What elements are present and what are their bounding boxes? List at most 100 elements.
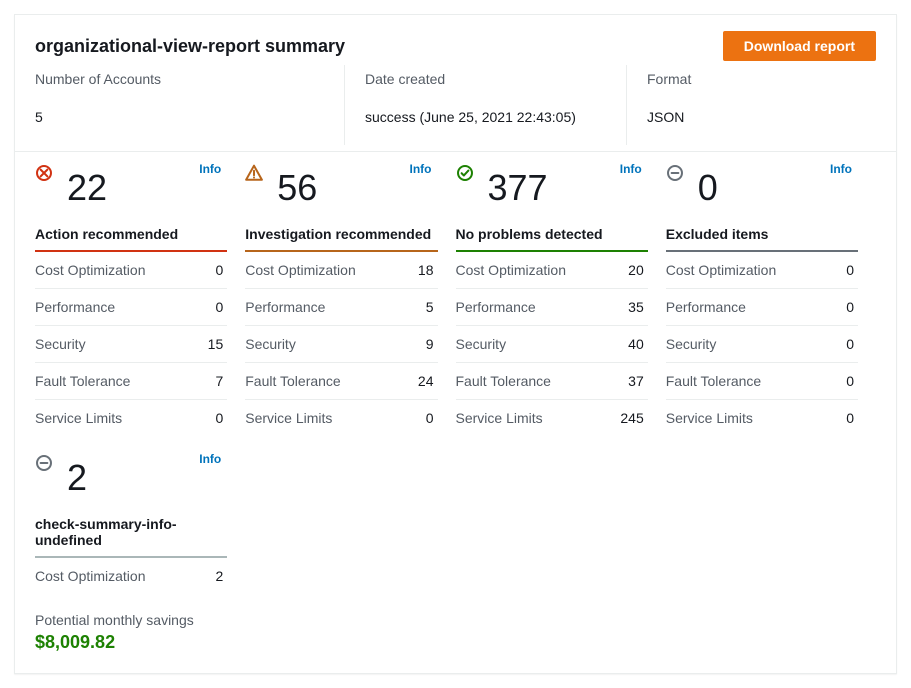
- card-count: 2: [67, 450, 87, 498]
- category-row: Cost Optimization 0: [35, 252, 227, 289]
- summary-card: 377InfoNo problems detectedCost Optimiza…: [456, 160, 666, 450]
- page-title: organizational-view-report summary: [35, 36, 345, 57]
- card-top: 22Info: [35, 160, 227, 218]
- category-label: Security: [245, 336, 296, 352]
- category-row: Performance0: [666, 289, 858, 326]
- category-value: 0: [215, 262, 223, 278]
- category-value: 0: [215, 410, 223, 426]
- summary-card: 2Infocheck-summary-info-undefinedCost Op…: [35, 450, 245, 608]
- category-row: Performance 35: [456, 289, 648, 326]
- category-label: Security: [456, 336, 507, 352]
- category-label: Service Limits: [666, 410, 753, 426]
- info-link[interactable]: Info: [830, 162, 852, 176]
- info-link[interactable]: Info: [620, 162, 642, 176]
- report-summary-panel: organizational-view-report summary Downl…: [14, 14, 897, 674]
- info-link[interactable]: Info: [199, 452, 221, 466]
- meta-date-value: success (June 25, 2021 22:43:05): [365, 109, 606, 125]
- category-label: Cost Optimization: [666, 262, 776, 278]
- meta-format-label: Format: [647, 71, 856, 87]
- card-count: 377: [488, 160, 548, 208]
- meta-accounts: Number of Accounts 5: [35, 65, 345, 145]
- category-row: Service Limits 0: [245, 400, 437, 436]
- meta-format-value: JSON: [647, 109, 856, 125]
- category-value: 35: [628, 299, 644, 315]
- category-value: 2: [215, 568, 223, 584]
- info-link[interactable]: Info: [410, 162, 432, 176]
- category-row: Performance 0: [35, 289, 227, 326]
- category-row: Fault Tolerance 37: [456, 363, 648, 400]
- category-value: 0: [846, 373, 854, 389]
- category-row: Cost Optimization 0: [666, 252, 858, 289]
- category-label: Service Limits: [456, 410, 543, 426]
- category-label: Service Limits: [245, 410, 332, 426]
- card-top: 0 Info: [666, 160, 858, 218]
- category-value: 15: [208, 336, 224, 352]
- card-top: 377 Info: [456, 160, 648, 218]
- info-link[interactable]: Info: [199, 162, 221, 176]
- category-label: Performance: [245, 299, 325, 315]
- category-value: 37: [628, 373, 644, 389]
- check-circle-icon: [456, 164, 474, 182]
- summary-card: 22InfoAction recommendedCost Optimizatio…: [35, 160, 245, 450]
- summary-card: 0InfoExcluded itemsCost Optimization0Per…: [666, 160, 876, 450]
- category-value: 0: [426, 410, 434, 426]
- category-row: Fault Tolerance0: [666, 363, 858, 400]
- category-label: Cost Optimization: [456, 262, 566, 278]
- category-row: Performance 5: [245, 289, 437, 326]
- category-label: Security: [35, 336, 86, 352]
- category-row: Security 9: [245, 326, 437, 363]
- download-report-button[interactable]: Download report: [723, 31, 876, 61]
- category-label: Cost Optimization: [35, 568, 145, 584]
- category-row: Cost Optimization 18: [245, 252, 437, 289]
- category-label: Performance: [35, 299, 115, 315]
- meta-date-label: Date created: [365, 71, 606, 87]
- meta-accounts-value: 5: [35, 109, 324, 125]
- category-row: Fault Tolerance 7: [35, 363, 227, 400]
- category-value: 0: [846, 410, 854, 426]
- category-label: Fault Tolerance: [456, 373, 551, 389]
- potential-savings: Potential monthly savings $8,009.82: [15, 608, 896, 673]
- category-value: 0: [846, 262, 854, 278]
- panel-header: organizational-view-report summary Downl…: [15, 15, 896, 65]
- savings-label: Potential monthly savings: [35, 612, 876, 628]
- meta-date: Date created success (June 25, 2021 22:4…: [345, 65, 627, 145]
- meta-format: Format JSON: [627, 65, 876, 145]
- category-value: 24: [418, 373, 434, 389]
- minus-circle-icon: [666, 164, 684, 182]
- category-row: Security0: [666, 326, 858, 363]
- category-value: 245: [620, 410, 643, 426]
- savings-value: $8,009.82: [35, 632, 876, 653]
- category-label: Service Limits: [35, 410, 122, 426]
- cards-container: 22InfoAction recommendedCost Optimizatio…: [15, 152, 896, 608]
- card-count: 0: [698, 160, 718, 208]
- minus-circle-icon: [35, 454, 53, 472]
- category-row: Security 40: [456, 326, 648, 363]
- category-row: Service Limits 245: [456, 400, 648, 436]
- category-value: 40: [628, 336, 644, 352]
- category-value: 20: [628, 262, 644, 278]
- category-value: 7: [215, 373, 223, 389]
- category-label: Cost Optimization: [35, 262, 145, 278]
- card-heading: No problems detected: [456, 218, 648, 252]
- card-top: 2 Info: [35, 450, 227, 508]
- card-count: 56: [277, 160, 317, 208]
- summary-card: 56InfoInvestigation recommendedCost Opti…: [245, 160, 455, 450]
- category-value: 5: [426, 299, 434, 315]
- category-row: Security 15: [35, 326, 227, 363]
- category-value: 0: [215, 299, 223, 315]
- card-heading: Investigation recommended: [245, 218, 437, 252]
- category-label: Cost Optimization: [245, 262, 355, 278]
- category-row: Fault Tolerance24: [245, 363, 437, 400]
- card-heading: Excluded items: [666, 218, 858, 252]
- category-label: Security: [666, 336, 717, 352]
- category-label: Performance: [456, 299, 536, 315]
- card-heading: check-summary-info-undefined: [35, 508, 227, 558]
- category-value: 18: [418, 262, 434, 278]
- category-value: 9: [426, 336, 434, 352]
- category-row: Cost Optimization 2: [35, 558, 227, 594]
- category-value: 0: [846, 299, 854, 315]
- category-label: Fault Tolerance: [35, 373, 130, 389]
- category-row: Cost Optimization 20: [456, 252, 648, 289]
- card-top: 56 Info: [245, 160, 437, 218]
- category-row: Service Limits 0: [35, 400, 227, 436]
